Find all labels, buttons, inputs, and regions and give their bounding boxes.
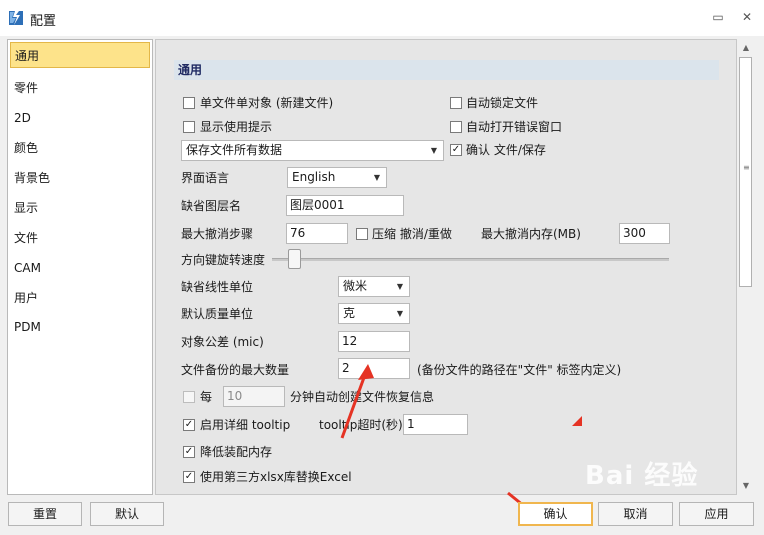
apply-button[interactable]: 应用	[679, 502, 754, 526]
sidebar-item-cam[interactable]: CAM	[10, 255, 150, 281]
auto-lock-file-checkbox[interactable]	[450, 97, 462, 109]
max-undo-steps-label: 最大撤消步骤	[181, 227, 254, 241]
section-title: 通用	[174, 60, 719, 80]
default-layer-input[interactable]: 图层0001	[286, 195, 404, 216]
reset-button[interactable]: 重置	[8, 502, 82, 526]
single-file-object-label: 单文件单对象 (新建文件)	[200, 96, 334, 110]
close-icon[interactable]: ✕	[737, 8, 757, 26]
default-linear-unit-label: 缺省线性单位	[181, 280, 254, 294]
auto-open-error-window-checkbox[interactable]	[450, 121, 462, 133]
show-tips-label: 显示使用提示	[200, 120, 273, 134]
compress-undo-checkbox[interactable]	[356, 228, 368, 240]
default-layer-label: 缺省图层名	[181, 199, 242, 213]
scrollbar-thumb[interactable]: ≡	[739, 57, 752, 287]
app-icon	[9, 11, 23, 25]
linear-unit-value: 微米	[343, 279, 368, 293]
reduce-assembly-memory-label: 降低装配内存	[200, 445, 273, 459]
watermark: Bai 经验	[585, 461, 699, 491]
compress-undo-label: 压缩 撤消/重做	[372, 227, 452, 241]
default-mass-unit-label: 默认质量单位	[181, 307, 254, 321]
object-tolerance-input[interactable]: 12	[338, 331, 410, 352]
save-mode-value: 保存文件所有数据	[186, 143, 283, 157]
sidebar-item-color[interactable]: 颜色	[10, 135, 150, 161]
ok-button[interactable]: 确认	[518, 502, 593, 526]
backup-path-note: (备份文件的路径在"文件" 标签内定义)	[417, 363, 622, 377]
scroll-down-icon[interactable]: ▼	[737, 479, 755, 493]
sidebar-item-2d[interactable]: 2D	[10, 105, 150, 131]
mass-unit-select[interactable]: 克 ▼	[338, 303, 410, 324]
grip-icon: ≡	[743, 163, 750, 172]
title-bar: 配置 ▭ ✕	[0, 0, 764, 36]
scroll-up-icon[interactable]: ▲	[737, 41, 755, 55]
ui-language-label: 界面语言	[181, 171, 230, 185]
detailed-tooltip-label: 启用详细 tooltip	[200, 418, 291, 432]
category-sidebar: 通用 零件 2D 颜色 背景色 显示 文件 CAM 用户 PDM	[7, 39, 153, 495]
mass-unit-value: 克	[343, 306, 356, 320]
object-tolerance-label: 对象公差 (mic)	[181, 335, 264, 349]
auto-lock-file-label: 自动锁定文件	[466, 96, 539, 110]
third-party-xlsx-checkbox[interactable]: ✓	[183, 471, 195, 483]
sidebar-item-user[interactable]: 用户	[10, 285, 150, 311]
ui-language-select[interactable]: English ▼	[287, 167, 387, 188]
panel-scrollbar[interactable]: ▲ ≡ ▼	[737, 39, 755, 495]
autosave-prefix: 每	[200, 390, 213, 404]
single-file-object-checkbox[interactable]	[183, 97, 195, 109]
chevron-down-icon: ▼	[396, 282, 403, 291]
autosave-checkbox[interactable]	[183, 391, 195, 403]
annotation-arrow-1	[340, 364, 374, 439]
sidebar-item-pdm[interactable]: PDM	[10, 314, 150, 340]
sidebar-item-part[interactable]: 零件	[10, 75, 150, 101]
reduce-assembly-memory-checkbox[interactable]: ✓	[183, 446, 195, 458]
max-undo-memory-input[interactable]: 300	[619, 223, 670, 244]
max-backups-label: 文件备份的最大数量	[181, 363, 290, 377]
ui-language-value: English	[292, 170, 336, 184]
sidebar-item-background[interactable]: 背景色	[10, 165, 150, 191]
help-icon[interactable]: ▭	[708, 8, 728, 26]
cancel-button[interactable]: 取消	[598, 502, 673, 526]
max-undo-steps-input[interactable]: 76	[286, 223, 348, 244]
confirm-file-save-label: 确认 文件/保存	[466, 143, 546, 157]
rotation-speed-slider-track[interactable]	[272, 258, 669, 261]
chevron-down-icon: ▼	[396, 309, 403, 318]
annotation-marker	[572, 416, 582, 426]
max-undo-memory-label: 最大撤消内存(MB)	[481, 227, 581, 241]
sidebar-item-file[interactable]: 文件	[10, 225, 150, 251]
window-title: 配置	[30, 14, 57, 29]
auto-open-error-window-label: 自动打开错误窗口	[466, 120, 563, 134]
save-mode-select[interactable]: 保存文件所有数据 ▼	[181, 140, 444, 161]
sidebar-item-general[interactable]: 通用	[10, 42, 150, 68]
default-button[interactable]: 默认	[90, 502, 164, 526]
tooltip-timeout-input[interactable]: 1	[403, 414, 468, 435]
autosave-minutes-input[interactable]: 10	[223, 386, 285, 407]
chevron-down-icon: ▼	[373, 173, 380, 182]
arrow-rotation-speed-label: 方向键旋转速度	[181, 253, 266, 267]
linear-unit-select[interactable]: 微米 ▼	[338, 276, 410, 297]
third-party-xlsx-label: 使用第三方xlsx库替换Excel	[200, 470, 352, 484]
confirm-file-save-checkbox[interactable]: ✓	[450, 144, 462, 156]
show-tips-checkbox[interactable]	[183, 121, 195, 133]
chevron-down-icon: ▼	[430, 146, 437, 155]
sidebar-item-display[interactable]: 显示	[10, 195, 150, 221]
rotation-speed-slider-thumb[interactable]	[288, 249, 301, 269]
detailed-tooltip-checkbox[interactable]: ✓	[183, 419, 195, 431]
